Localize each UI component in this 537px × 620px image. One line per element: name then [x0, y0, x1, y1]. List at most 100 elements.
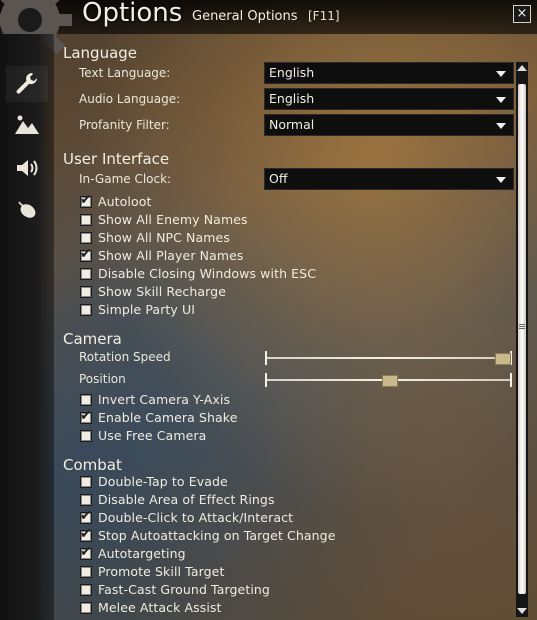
checkbox-row[interactable]: Show All NPC Names [80, 229, 230, 246]
checkmark-icon: ✔ [80, 191, 92, 208]
checkbox-row[interactable]: ✔ Autotargeting [80, 545, 186, 562]
checkbox-row[interactable]: ✔ Autoloot [80, 193, 152, 210]
checkbox-label: Stop Autoattacking on Target Change [98, 528, 336, 543]
slider-min-cap [265, 351, 267, 365]
grip-icon [519, 324, 525, 325]
position-slider[interactable] [265, 373, 512, 387]
window-subtitle: General Options [192, 9, 298, 24]
audio-language-value: English [269, 91, 315, 106]
section-combat-title: Combat [63, 456, 122, 474]
checkbox-row[interactable]: Promote Skill Target [80, 563, 224, 580]
checkbox-label: Autoloot [98, 194, 152, 209]
position-label: Position [79, 372, 126, 386]
section-camera-title: Camera [63, 330, 122, 348]
checkbox-row[interactable]: Melee Attack Assist [80, 599, 222, 616]
chevron-down-icon [496, 97, 506, 103]
text-language-select[interactable]: English [264, 62, 514, 84]
rotation-speed-slider[interactable] [265, 351, 512, 365]
checkbox[interactable] [80, 213, 92, 226]
checkmark-icon: ✔ [80, 525, 92, 542]
checkbox-row[interactable]: Show Skill Recharge [80, 283, 226, 300]
checkmark-icon: ✔ [80, 507, 92, 524]
checkbox[interactable] [80, 601, 92, 614]
scroll-up-arrow-icon[interactable] [517, 65, 527, 71]
checkmark-icon: ✔ [80, 407, 92, 424]
checkbox-label: Autotargeting [98, 546, 186, 561]
checkbox-row[interactable]: Invert Camera Y-Axis [80, 391, 230, 408]
checkbox-row[interactable]: Simple Party UI [80, 301, 195, 318]
checkbox-label: Simple Party UI [98, 302, 196, 317]
checkbox-row[interactable]: Use Free Camera [80, 427, 206, 444]
options-sidebar [0, 34, 54, 620]
checkbox[interactable] [80, 429, 92, 442]
close-button[interactable]: × [513, 5, 531, 23]
checkbox-row[interactable]: ✔ Double-Click to Attack/Interact [80, 509, 293, 526]
checkbox-label: Enable Camera Shake [98, 410, 238, 425]
slider-max-cap [510, 373, 512, 387]
checkbox[interactable]: ✔ [80, 407, 92, 424]
checkbox-row[interactable]: Show All Enemy Names [80, 211, 248, 228]
ingame-clock-select[interactable]: Off [264, 168, 514, 190]
checkbox[interactable]: ✔ [80, 543, 92, 560]
checkbox[interactable] [80, 583, 92, 596]
audio-language-label: Audio Language: [79, 92, 181, 106]
hotkey-hint: [F11] [308, 9, 340, 23]
chevron-down-icon [496, 177, 506, 183]
checkbox-row[interactable]: Double-Tap to Evade [80, 473, 228, 490]
checkbox-row[interactable]: ✔ Stop Autoattacking on Target Change [80, 527, 336, 544]
chevron-down-icon [496, 71, 506, 77]
checkmark-icon: ✔ [80, 245, 92, 262]
ingame-clock-label: In-Game Clock: [79, 172, 172, 186]
checkbox[interactable] [80, 285, 92, 298]
audio-language-select[interactable]: English [264, 88, 514, 110]
tab-general[interactable] [6, 66, 48, 102]
speaker-icon [17, 160, 38, 176]
checkbox[interactable]: ✔ [80, 507, 92, 524]
checkbox[interactable] [80, 267, 92, 280]
mouse-icon [18, 201, 36, 218]
section-ui-title: User Interface [63, 150, 170, 168]
checkbox[interactable] [80, 565, 92, 578]
text-language-label: Text Language: [79, 66, 171, 80]
checkbox[interactable] [80, 475, 92, 488]
checkmark-icon: ✔ [80, 543, 92, 560]
checkbox[interactable]: ✔ [80, 191, 92, 208]
tab-graphics[interactable] [6, 108, 48, 144]
window-header: Options General Options [F11] × [0, 0, 537, 62]
checkbox-row[interactable]: ✔ Show All Player Names [80, 247, 244, 264]
checkbox-row[interactable]: ✔ Enable Camera Shake [80, 409, 237, 426]
tab-audio[interactable] [6, 150, 48, 186]
profanity-filter-select[interactable]: Normal [264, 114, 514, 136]
chevron-down-icon [496, 123, 506, 129]
checkbox-row[interactable]: Disable Closing Windows with ESC [80, 265, 316, 282]
scrollbar-thumb[interactable] [518, 84, 526, 594]
text-language-value: English [269, 65, 315, 80]
slider-thumb[interactable] [495, 353, 511, 365]
checkbox-row[interactable]: Disable Area of Effect Rings [80, 491, 275, 508]
scrollbar[interactable] [516, 62, 528, 617]
checkbox[interactable] [80, 493, 92, 506]
checkbox-label: Show All Player Names [98, 248, 244, 263]
checkbox-label: Show Skill Recharge [98, 284, 226, 299]
mountain-icon [15, 115, 39, 134]
tab-controls[interactable] [6, 192, 48, 228]
ingame-clock-value: Off [269, 171, 288, 186]
scroll-down-arrow-icon[interactable] [517, 608, 527, 614]
checkbox-label: Show All NPC Names [98, 230, 230, 245]
checkbox[interactable]: ✔ [80, 245, 92, 262]
checkbox-row[interactable]: Fast-Cast Ground Targeting [80, 581, 270, 598]
checkbox[interactable] [80, 231, 92, 244]
checkbox[interactable] [80, 393, 92, 406]
checkbox[interactable]: ✔ [80, 525, 92, 542]
window-title: Options [82, 0, 183, 28]
profanity-filter-value: Normal [269, 117, 315, 132]
checkbox[interactable] [80, 303, 92, 316]
checkbox-label: Use Free Camera [98, 428, 207, 443]
profanity-filter-label: Profanity Filter: [79, 118, 170, 132]
checkbox-label: Promote Skill Target [98, 564, 225, 579]
section-language-title: Language [63, 44, 138, 62]
checkbox-label: Double-Click to Attack/Interact [98, 510, 294, 525]
slider-thumb[interactable] [382, 375, 398, 387]
checkbox-label: Disable Area of Effect Rings [98, 492, 275, 507]
checkbox-label: Show All Enemy Names [98, 212, 248, 227]
